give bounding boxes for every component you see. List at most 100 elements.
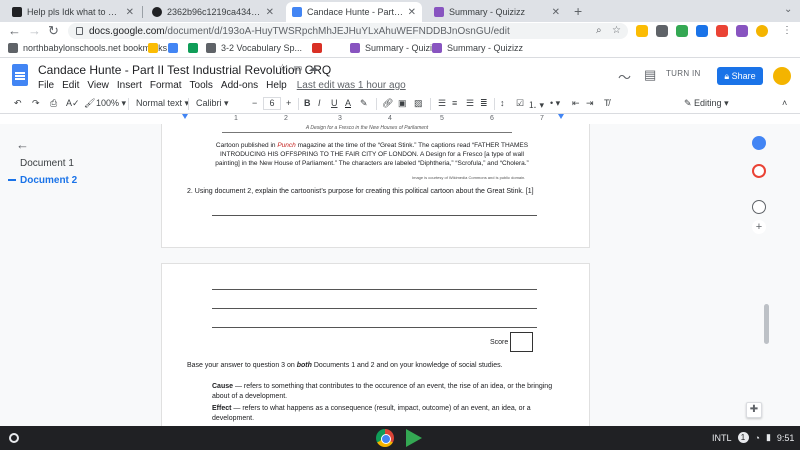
extension-icon[interactable] <box>656 25 668 37</box>
vertical-scrollbar[interactable] <box>764 304 769 344</box>
question-2[interactable]: 2. Using document 2, explain the cartoon… <box>187 188 534 195</box>
cause-definition[interactable]: Cause — refers to something that contrib… <box>212 382 562 402</box>
extension-icon[interactable] <box>716 25 728 37</box>
star-icon[interactable]: ☆ <box>278 63 287 74</box>
cartoon-description[interactable]: Cartoon published in Punch magazine at t… <box>212 141 532 168</box>
decrease-font-size-button[interactable]: − <box>252 98 257 108</box>
underline-button[interactable]: U <box>331 98 338 108</box>
bookmark-item[interactable]: Summary - Quizizz <box>432 43 523 53</box>
align-center-icon[interactable]: ≡ <box>452 98 457 108</box>
bookmark-item[interactable]: Summary - Quizizz <box>350 43 441 53</box>
collapse-toolbar-icon[interactable]: ˄ <box>782 98 787 108</box>
tab-quizizz[interactable]: Summary - Quizizz ✕ <box>428 2 566 22</box>
bookmark-item[interactable] <box>148 43 163 53</box>
effect-definition[interactable]: Effect — refers to what happens as a con… <box>212 404 562 424</box>
close-tab-icon[interactable]: ✕ <box>266 7 274 18</box>
add-icon[interactable]: + <box>752 220 766 234</box>
launcher-icon[interactable] <box>9 433 19 443</box>
menu-format[interactable]: Format <box>150 80 182 91</box>
new-tab-button[interactable]: + <box>574 3 582 19</box>
profile-avatar[interactable] <box>756 25 768 37</box>
undo-icon[interactable]: ↶ <box>14 98 22 109</box>
lock-icon[interactable] <box>76 27 83 35</box>
forward-button[interactable]: → <box>28 24 41 38</box>
tab-image[interactable]: 2362b96c1219ca434abe6491 ✕ <box>146 2 280 22</box>
question-3-intro[interactable]: Base your answer to question 3 on both D… <box>187 361 503 371</box>
bookmark-star-icon[interactable]: ☆ <box>612 25 621 36</box>
text-color-button[interactable]: A <box>345 98 351 108</box>
menu-tools[interactable]: Tools <box>190 80 213 91</box>
close-tab-icon[interactable]: ✕ <box>552 7 560 18</box>
insert-comment-icon[interactable]: ▣ <box>398 98 407 109</box>
back-button[interactable]: ← <box>8 24 21 38</box>
left-indent-marker[interactable] <box>182 114 188 119</box>
bookmark-item[interactable]: northbabylonschools.net bookmarks <box>8 43 167 53</box>
font-select[interactable]: Calibri ▾ <box>196 98 229 109</box>
bold-button[interactable]: B <box>304 98 311 108</box>
spellcheck-icon[interactable]: A✓ <box>66 98 80 109</box>
increase-indent-icon[interactable]: ⇥ <box>586 98 594 109</box>
extension-icon[interactable] <box>736 25 748 37</box>
menu-help[interactable]: Help <box>266 80 287 91</box>
zoom-select[interactable]: 100% ▾ <box>96 98 126 109</box>
move-folder-icon[interactable]: ▭ <box>293 63 302 74</box>
score-box[interactable] <box>510 332 533 352</box>
play-store-icon[interactable] <box>406 429 422 447</box>
font-size-field[interactable]: 6 <box>263 97 281 110</box>
bookmark-item[interactable] <box>168 43 183 53</box>
add-on-icon[interactable] <box>752 200 766 214</box>
activity-trend-icon[interactable]: 〜 <box>618 67 631 86</box>
editing-mode-select[interactable]: ✎ Editing ▾ <box>684 98 729 109</box>
insert-link-icon[interactable]: 🔗︎ <box>382 98 393 109</box>
more-menu-icon[interactable]: ⋮ <box>782 25 792 36</box>
decrease-indent-icon[interactable]: ⇤ <box>572 98 580 109</box>
redo-icon[interactable]: ↷ <box>32 98 40 109</box>
align-right-icon[interactable]: ☰ <box>466 98 474 109</box>
bulleted-list-icon[interactable]: • ▾ <box>550 98 560 109</box>
paint-format-icon[interactable]: 🖌︎ <box>84 98 95 109</box>
increase-font-size-button[interactable]: + <box>286 98 291 108</box>
menu-insert[interactable]: Insert <box>117 80 142 91</box>
tab-google-doc[interactable]: Candace Hunte - Part II Test Indu ✕ <box>286 2 422 22</box>
checklist-icon[interactable]: ☑ <box>516 98 524 109</box>
highlight-icon[interactable]: ✎ <box>360 98 368 109</box>
menu-addons[interactable]: Add-ons <box>221 80 258 91</box>
tab-brainly[interactable]: Help pls Idk what to do - Brainly ✕ <box>6 2 140 22</box>
line-spacing-icon[interactable]: ↕ <box>500 98 505 108</box>
clear-formatting-icon[interactable]: T̸ <box>604 98 610 108</box>
align-left-icon[interactable]: ☰ <box>438 98 446 109</box>
extension-icon[interactable] <box>696 25 708 37</box>
extension-icon[interactable] <box>636 25 648 37</box>
calendar-icon[interactable] <box>752 164 766 178</box>
reload-button[interactable]: ↻ <box>48 24 59 38</box>
outline-item-document-2[interactable]: Document 2 <box>20 175 77 186</box>
avatar[interactable] <box>773 67 791 85</box>
close-tab-icon[interactable]: ✕ <box>408 7 416 18</box>
turn-in-button[interactable]: TURN IN <box>666 69 701 78</box>
close-tab-icon[interactable]: ✕ <box>126 7 134 18</box>
chrome-icon[interactable] <box>376 429 394 447</box>
bookmark-item[interactable] <box>188 43 203 53</box>
menu-file[interactable]: File <box>38 80 54 91</box>
tasks-icon[interactable] <box>752 136 766 150</box>
search-icon[interactable]: ⌕ <box>596 25 602 36</box>
last-edit-link[interactable]: Last edit was 1 hour ago <box>297 80 406 91</box>
comments-icon[interactable]: ▤ <box>644 67 656 83</box>
bookmark-item[interactable]: 3-2 Vocabulary Sp... <box>206 43 302 53</box>
close-outline-icon[interactable]: ← <box>16 137 29 152</box>
tab-search-chevron-icon[interactable]: ⌄ <box>784 4 792 15</box>
explore-button[interactable]: ✚ <box>746 402 762 418</box>
right-indent-marker[interactable] <box>558 114 564 119</box>
style-select[interactable]: Normal text ▾ <box>136 98 189 109</box>
print-icon[interactable]: ⎙ <box>50 98 57 109</box>
docs-logo-icon[interactable] <box>12 64 28 86</box>
numbered-list-icon[interactable]: ⒈ ▾ <box>528 98 544 111</box>
italic-button[interactable]: I <box>318 98 321 108</box>
url-field[interactable]: docs.google.com/document/d/193oA-HuyTWSR… <box>68 23 628 39</box>
extension-icon[interactable] <box>676 25 688 37</box>
justify-icon[interactable]: ≣ <box>480 98 488 109</box>
cloud-status-icon[interactable]: ☁ <box>308 63 318 74</box>
insert-image-icon[interactable]: ▨ <box>414 98 423 109</box>
outline-item-document-1[interactable]: Document 1 <box>20 158 74 169</box>
status-tray[interactable]: INTL 1 ◔ ▮ 9:51 <box>712 432 794 443</box>
